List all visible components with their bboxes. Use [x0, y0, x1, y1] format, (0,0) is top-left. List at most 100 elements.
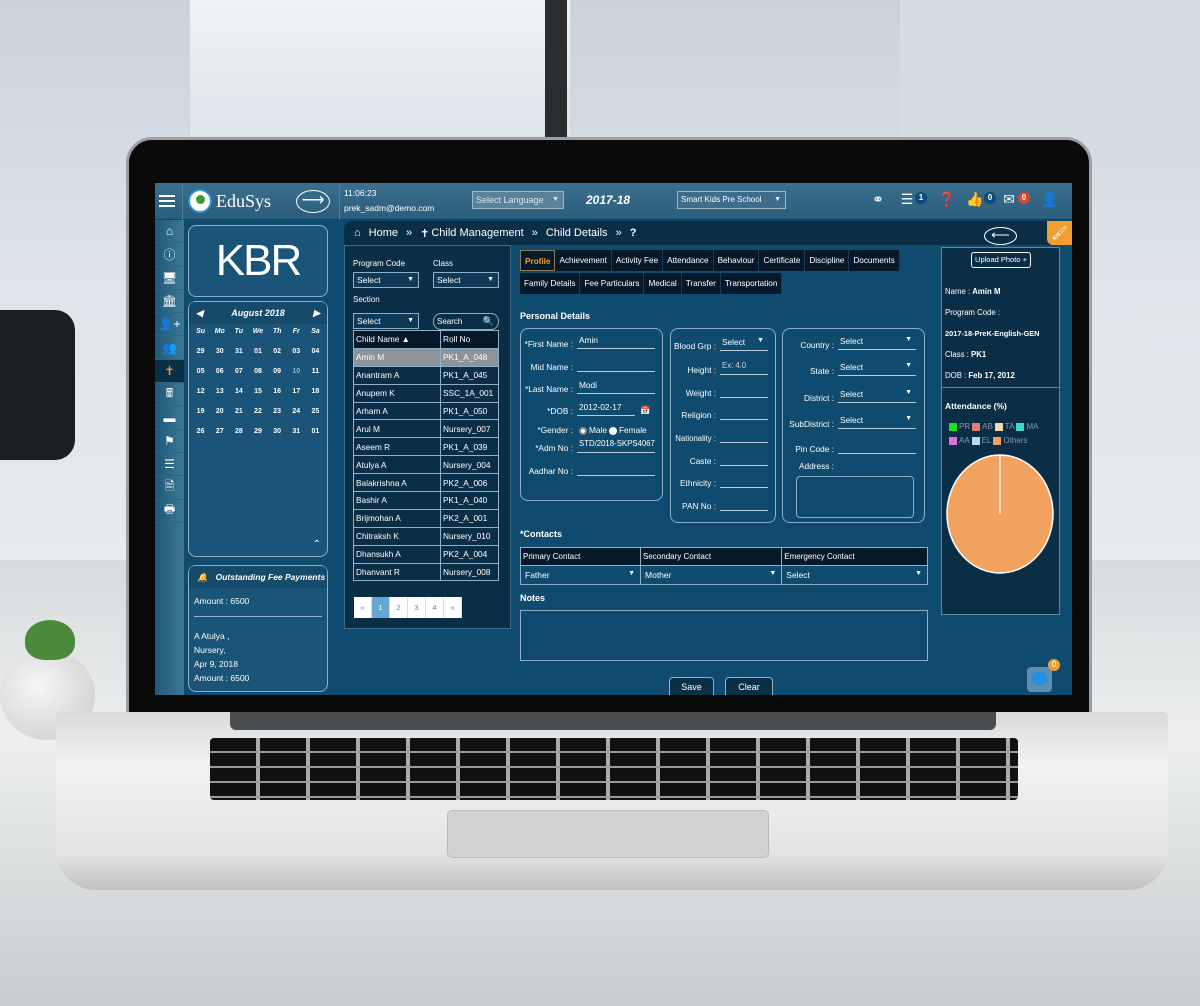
ethnicity-input[interactable] [720, 474, 768, 488]
calendar-day[interactable]: 28 [229, 428, 248, 435]
calendar-day[interactable]: 06 [210, 368, 229, 375]
column-header-roll-no[interactable]: Roll No [440, 330, 499, 349]
page-link[interactable]: 2 [390, 597, 408, 618]
help-link[interactable]: ? [630, 227, 637, 239]
tab-achievement[interactable]: Achievement [555, 250, 612, 271]
calendar-day[interactable]: 13 [210, 388, 229, 395]
add-user-icon[interactable]: 👤+ [155, 313, 184, 337]
calendar-day[interactable]: 23 [268, 408, 287, 415]
gender-male-radio[interactable] [579, 427, 587, 435]
dob-input[interactable]: 2012-02-17 [577, 402, 635, 416]
thumbs-up-icon[interactable]: 👍 [966, 191, 984, 208]
list-icon[interactable]: ☰ [155, 453, 184, 477]
column-header-child-name[interactable]: Child Name ▲ [353, 330, 441, 349]
tab-behaviour[interactable]: Behaviour [713, 250, 760, 271]
table-row[interactable]: Chitraksh K Nursery_010 [353, 526, 499, 546]
next-month-icon[interactable]: ▶ [313, 308, 320, 319]
calendar-day[interactable]: 15 [248, 388, 267, 395]
table-row[interactable]: Bashir A PK1_A_040 [353, 491, 499, 510]
calendar-day[interactable]: 05 [191, 368, 210, 375]
tasks-icon[interactable]: ☰ [898, 191, 916, 208]
weight-input[interactable] [720, 384, 768, 398]
page-link[interactable]: 3 [408, 597, 426, 618]
calendar-day[interactable]: 01 [306, 428, 325, 435]
section-select[interactable]: Select ▼ [353, 313, 419, 329]
bank-icon[interactable]: 🏛 [155, 290, 184, 314]
nationality-input[interactable] [720, 429, 768, 443]
table-row[interactable]: Dhansukh A PK2_A_004 [353, 544, 499, 564]
monitor-icon[interactable]: 🖥 [155, 267, 184, 290]
mail-icon[interactable]: ✉ [1000, 191, 1018, 208]
calendar-day[interactable]: 14 [229, 388, 248, 395]
chat-icon[interactable] [1027, 667, 1052, 692]
chevron-up-icon[interactable]: ⌃ [313, 539, 321, 550]
calendar-day[interactable]: 01 [248, 348, 267, 355]
save-button[interactable]: Save [669, 677, 714, 695]
calendar-day[interactable]: 08 [248, 368, 267, 375]
prev-month-icon[interactable]: ◀ [196, 308, 203, 319]
upload-photo-button[interactable]: Upload Photo + [971, 252, 1031, 268]
search-icon[interactable]: 🔍 [483, 314, 494, 329]
table-row[interactable]: Arul M Nursery_007 [353, 419, 499, 439]
page-link[interactable]: 4 [426, 597, 444, 618]
menu-icon[interactable] [159, 195, 175, 207]
tab-documents[interactable]: Documents [849, 250, 900, 271]
calendar-day[interactable]: 17 [287, 388, 306, 395]
tab-discipline[interactable]: Discipline [805, 250, 850, 271]
blood-group-select[interactable]: Select ▼ [720, 337, 768, 351]
calendar-day[interactable]: 24 [287, 408, 306, 415]
calendar-day[interactable]: 11 [306, 368, 325, 375]
tab-attendance[interactable]: Attendance [663, 250, 714, 271]
info-icon[interactable]: ⓘ [155, 243, 184, 267]
calendar-day[interactable]: 10 [287, 368, 306, 375]
clear-button[interactable]: Clear [725, 677, 773, 695]
table-row[interactable]: Dhanvant R Nursery_008 [353, 562, 499, 582]
calendar-day[interactable]: 02 [268, 348, 287, 355]
calendar-day[interactable]: 21 [229, 408, 248, 415]
calendar-day[interactable]: 29 [248, 428, 267, 435]
tab-transfer[interactable]: Transfer [681, 273, 721, 294]
program-code-select[interactable]: Select ▼ [353, 272, 419, 288]
subdistrict-select[interactable]: Select ▼ [838, 415, 916, 429]
language-select[interactable]: Select Language ▼ [472, 191, 564, 209]
table-row[interactable]: Atulya A Nursery_004 [353, 455, 499, 475]
table-row[interactable]: Aseem R PK1_A_039 [353, 437, 499, 457]
calendar-day[interactable]: 30 [210, 348, 229, 355]
gender-female-radio[interactable] [608, 427, 617, 435]
calendar-day[interactable]: 30 [268, 428, 287, 435]
table-row[interactable]: Anupem K SSC_1A_001 [353, 383, 499, 403]
caste-input[interactable] [720, 452, 768, 466]
user-icon[interactable]: 👤 [1041, 191, 1059, 208]
notes-textarea[interactable] [520, 610, 928, 661]
calendar-day[interactable]: 20 [210, 408, 229, 415]
page-link[interactable]: 1 [372, 597, 390, 618]
tab-transportation[interactable]: Transportation [720, 273, 783, 294]
calendar-icon[interactable]: 📅 [640, 405, 650, 416]
calendar-day[interactable]: 19 [191, 408, 210, 415]
district-select[interactable]: Select ▼ [838, 389, 916, 403]
tab-activity-fee[interactable]: Activity Fee [611, 250, 664, 271]
calendar-day[interactable]: 25 [306, 408, 325, 415]
users-icon[interactable]: 👥 [155, 336, 184, 360]
home-icon[interactable]: ⌂ [155, 220, 184, 244]
class-select[interactable]: Select ▼ [433, 272, 499, 288]
address-textarea[interactable] [796, 476, 914, 518]
calendar-day[interactable]: 16 [268, 388, 287, 395]
calendar-day[interactable]: 27 [210, 428, 229, 435]
table-row[interactable]: Arham A PK1_A_050 [353, 401, 499, 421]
last-name-input[interactable]: Modi [577, 380, 655, 394]
school-select[interactable]: Smart Kids Pre School ▼ [677, 191, 786, 209]
breadcrumb-home[interactable]: Home [369, 227, 398, 239]
calendar-day[interactable]: 31 [229, 348, 248, 355]
pan-input[interactable] [720, 497, 768, 511]
back-arrow-icon[interactable]: ⟵ [984, 227, 1017, 245]
calendar-day[interactable]: 22 [248, 408, 267, 415]
search-input[interactable]: Search 🔍 [433, 313, 499, 330]
emergency-contact-select[interactable]: Select ▼ [781, 565, 928, 585]
table-row[interactable]: Balakrishna A PK2_A_006 [353, 473, 499, 493]
calendar-day[interactable]: 29 [191, 348, 210, 355]
breadcrumb-child-management[interactable]: Child Management [431, 227, 523, 239]
mid-name-input[interactable] [577, 358, 655, 372]
card-icon[interactable]: ▬ [155, 406, 184, 430]
country-select[interactable]: Select ▼ [838, 336, 916, 350]
